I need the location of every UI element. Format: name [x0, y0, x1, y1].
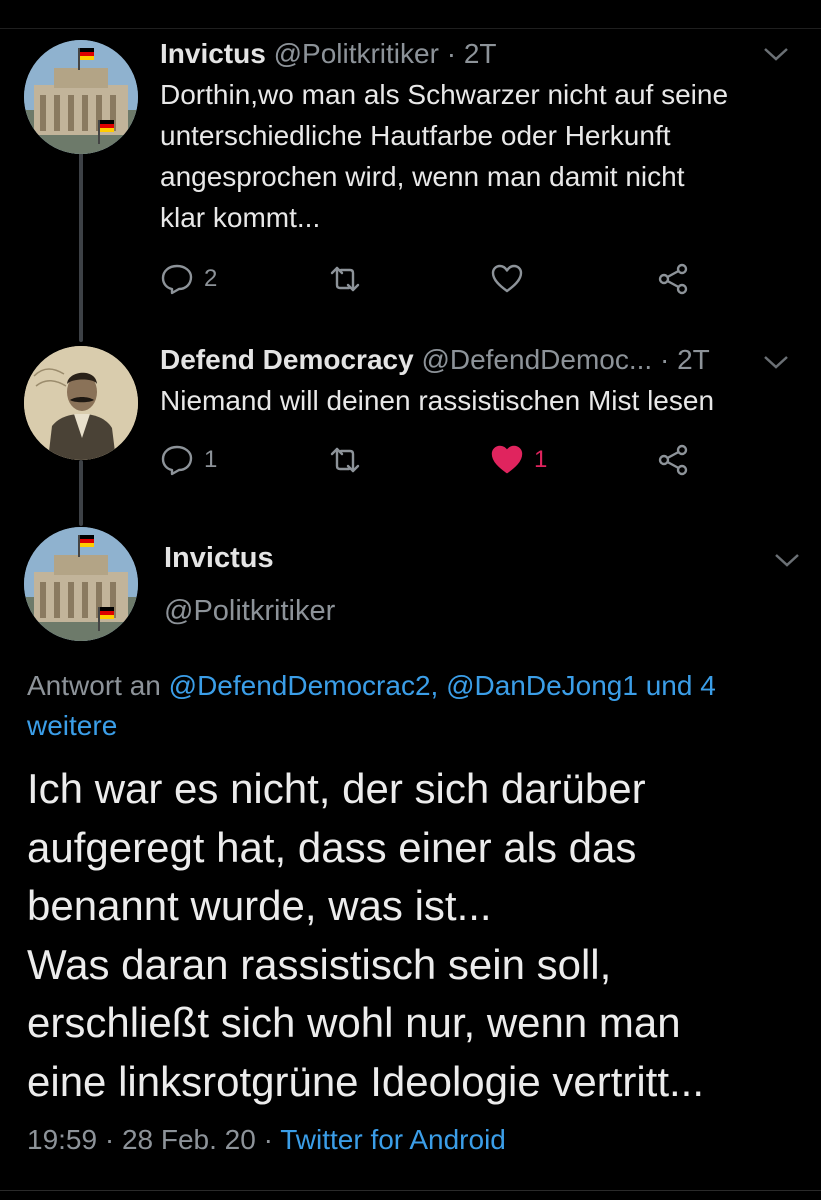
share-button[interactable]: [656, 259, 690, 299]
tweet-text: Dorthin,wo man als Schwarzer nicht auf s…: [160, 79, 729, 233]
timestamp: 19:59 · 28 Feb. 20 ·: [27, 1124, 281, 1155]
author-handle[interactable]: @Politkritiker: [274, 38, 439, 69]
reply-icon: [161, 264, 193, 295]
tweet-metadata: 19:59 · 28 Feb. 20 · Twitter for Android: [27, 1124, 506, 1156]
like-count: 1: [534, 446, 548, 473]
tweet-text: Ich war es nicht, der sich darüber aufge…: [27, 765, 705, 1105]
author-name[interactable]: Invictus: [164, 542, 274, 575]
avatar[interactable]: [24, 346, 138, 460]
top-divider: [0, 28, 821, 29]
thread-connector-line: [79, 460, 83, 526]
retweet-icon: [330, 266, 360, 292]
avatar[interactable]: [24, 527, 138, 641]
reply-icon: [161, 445, 193, 476]
mention-link[interactable]: @DefendDemocrac2,: [169, 670, 439, 701]
share-icon: [658, 444, 688, 476]
tweet-time: · 2T: [659, 344, 710, 375]
like-button[interactable]: [490, 259, 524, 299]
tweet[interactable]: Defend Democracy @DefendDemoc... · 2T Ni…: [160, 342, 791, 421]
author-name[interactable]: Invictus: [160, 38, 266, 69]
tweet[interactable]: Invictus @Politkritiker · 2T Dorthin,wo …: [160, 36, 791, 238]
share-icon: [658, 263, 688, 295]
author-handle[interactable]: @DefendDemoc...: [421, 344, 652, 375]
author-handle[interactable]: @Politkritiker: [164, 595, 335, 628]
thread-connector-line: [79, 150, 83, 342]
reply-button[interactable]: 1: [160, 440, 217, 480]
reply-count: 1: [204, 446, 218, 473]
share-button[interactable]: [656, 440, 690, 480]
like-icon: [491, 264, 523, 293]
source-link[interactable]: Twitter for Android: [280, 1124, 506, 1155]
tweet-actions: 2: [160, 259, 720, 299]
chevron-down-icon[interactable]: [772, 550, 802, 570]
tweet-actions: 1 1: [160, 440, 720, 480]
mention-link[interactable]: @DanDeJong1: [446, 670, 638, 701]
retweet-button[interactable]: [328, 259, 362, 299]
bottom-divider: [0, 1190, 821, 1191]
like-button[interactable]: 1: [490, 440, 547, 480]
retweet-button[interactable]: [328, 440, 362, 480]
reply-button[interactable]: 2: [160, 259, 217, 299]
tweet-text: Niemand will deinen rassistischen Mist l…: [160, 385, 715, 416]
reply-context: Antwort an @DefendDemocrac2, @DanDeJong1…: [27, 666, 797, 746]
chevron-down-icon[interactable]: [761, 352, 791, 372]
avatar[interactable]: [24, 40, 138, 154]
chevron-down-icon[interactable]: [761, 44, 791, 64]
reply-count: 2: [204, 265, 218, 292]
retweet-icon: [330, 447, 360, 473]
reply-prefix: Antwort an: [27, 670, 169, 701]
tweet-time: · 2T: [446, 38, 497, 69]
like-icon: [491, 445, 523, 474]
author-name[interactable]: Defend Democracy: [160, 344, 414, 375]
